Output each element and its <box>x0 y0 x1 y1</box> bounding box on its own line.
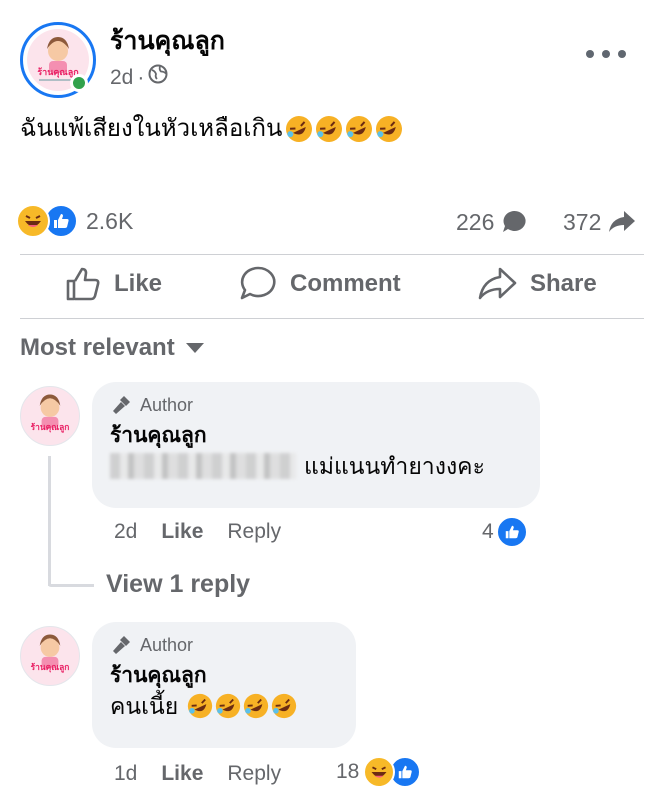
online-status-indicator <box>70 74 88 92</box>
post-text: ฉันแพ้เสียงในหัวเหลือเกิน <box>20 115 283 142</box>
comment-text: แม่แนนทำยางงคะ <box>110 450 522 482</box>
like-label: Like <box>114 270 163 297</box>
microphone-icon <box>113 636 130 654</box>
comment-bubble-icon <box>503 210 526 232</box>
rofl-emoji-row <box>284 114 404 144</box>
author-badge-label: Author <box>140 395 194 415</box>
comment-bubble: Author ร้านคุณลูก คนเนี้ย <box>92 622 356 748</box>
comments-count[interactable]: 226 <box>456 208 528 236</box>
author-badge: Author <box>110 394 522 416</box>
sort-label: Most relevant <box>20 334 175 361</box>
post-meta: 2d · <box>110 64 168 91</box>
comment-like-button[interactable]: Like <box>161 520 203 544</box>
svg-text:ร้านคุณลูก: ร้านคุณลูก <box>31 422 70 433</box>
like-icon <box>66 267 100 301</box>
rofl-emoji-icon <box>286 116 313 142</box>
comment-time[interactable]: 1d <box>114 762 137 786</box>
comment-sort-dropdown[interactable]: Most relevant <box>20 334 205 362</box>
comment-reaction-count: 18 <box>336 760 360 783</box>
view-replies-link[interactable]: View 1 reply <box>106 570 250 599</box>
shares-count[interactable]: 372 <box>563 208 637 236</box>
like-reaction-icon <box>495 516 528 548</box>
comment-label: Comment <box>290 270 401 297</box>
blurred-content <box>110 453 296 479</box>
microphone-icon <box>113 396 130 414</box>
post-time[interactable]: 2d <box>110 65 133 91</box>
comments-count-label: 226 <box>456 208 495 235</box>
rofl-emoji-icon <box>376 116 403 142</box>
svg-text:ร้านคุณลูก: ร้านคุณลูก <box>31 662 70 673</box>
thread-line <box>48 584 94 587</box>
comment-actions: 2d Like Reply <box>114 520 281 544</box>
rofl-emoji-icon <box>346 116 373 142</box>
comment-like-button[interactable]: Like <box>161 762 203 786</box>
comment-time[interactable]: 2d <box>114 520 137 544</box>
comment-reply-button[interactable]: Reply <box>227 520 281 544</box>
comment-text-value: แม่แนนทำยางงคะ <box>304 453 485 479</box>
more-options-button[interactable] <box>586 44 626 64</box>
rofl-emoji-icon <box>244 693 269 719</box>
reactions-summary[interactable]: 2.6K <box>16 204 133 238</box>
rofl-emoji-icon <box>188 693 213 719</box>
share-button[interactable]: Share <box>476 262 597 306</box>
like-button[interactable]: Like <box>64 262 162 306</box>
commenter-name[interactable]: ร้านคุณลูก <box>110 662 338 690</box>
reaction-count: 2.6K <box>86 207 134 234</box>
shares-count-label: 372 <box>563 208 602 235</box>
post-body: ฉันแพ้เสียงในหัวเหลือเกิน <box>20 112 404 146</box>
author-badge-label: Author <box>140 635 194 655</box>
globe-icon[interactable] <box>148 64 168 91</box>
comment-button[interactable]: Comment <box>238 262 401 306</box>
comment-avatar[interactable]: ร้านคุณลูก <box>20 626 80 686</box>
comment-bubble: Author ร้านคุณลูก แม่แนนทำยางงคะ <box>92 382 540 508</box>
caret-down-icon <box>185 343 204 353</box>
divider <box>20 318 644 319</box>
rofl-emoji-icon <box>272 693 297 719</box>
comment-text: คนเนี้ย <box>110 690 338 722</box>
rofl-emoji-row <box>186 692 298 720</box>
haha-reaction-icon <box>363 756 396 788</box>
author-badge: Author <box>110 634 338 656</box>
comment-actions: 1d Like Reply <box>114 762 281 786</box>
rofl-emoji-icon <box>216 693 241 719</box>
comment-avatar[interactable]: ร้านคุณลูก <box>20 386 80 446</box>
comment-reaction-count: 4 <box>482 520 494 543</box>
comment-reply-button[interactable]: Reply <box>227 762 281 786</box>
share-label: Share <box>530 270 597 297</box>
thread-line <box>48 456 51 586</box>
share-icon <box>478 267 517 300</box>
comment-reactions[interactable]: 18 <box>336 756 422 788</box>
share-arrow-icon <box>609 211 636 232</box>
meta-separator: · <box>137 65 145 89</box>
commenter-name[interactable]: ร้านคุณลูก <box>110 422 522 450</box>
haha-reaction-icon <box>16 204 50 238</box>
comment-reactions[interactable]: 4 <box>482 516 528 548</box>
page-name[interactable]: ร้านคุณลูก <box>110 26 225 56</box>
comment-icon <box>240 266 276 300</box>
rofl-emoji-icon <box>316 116 343 142</box>
divider <box>20 254 644 255</box>
comment-text-value: คนเนี้ย <box>110 693 179 719</box>
